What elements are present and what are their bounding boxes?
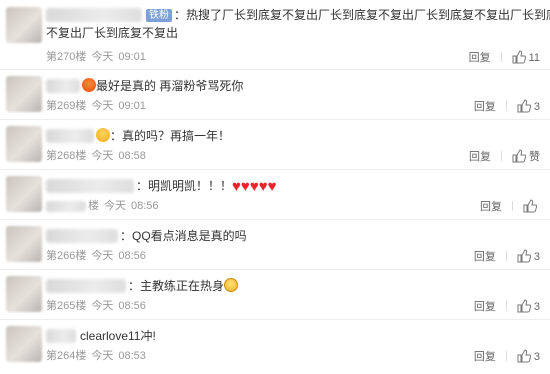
- action-divider: [505, 351, 507, 361]
- comment-day: 今天: [91, 350, 114, 362]
- reply-button[interactable]: 回复: [474, 351, 496, 363]
- action-divider: [512, 201, 513, 211]
- avatar[interactable]: [6, 326, 42, 362]
- comment-text: ：主教练正在热身: [46, 277, 542, 295]
- floor-number: 第264楼: [46, 350, 87, 362]
- comment-actions: 回复 3: [474, 349, 540, 364]
- comment-actions: 回复 11: [469, 50, 540, 65]
- comment-text-continued: 不复出厂长到底复不复出: [46, 26, 179, 40]
- comment-text: 最好是真的 再溜粉爷骂死你: [46, 77, 542, 95]
- comment-meta: 楼今天 08:56: [88, 199, 164, 213]
- worried-face-icon: [224, 278, 239, 292]
- comment-item: ：主教练正在热身 第265楼 今天 08:56 回复 3: [0, 270, 550, 320]
- comment-text: ：真的吗？再搞一年！: [46, 127, 542, 145]
- comment-time: 08:53: [118, 350, 146, 362]
- reply-button[interactable]: 回复: [480, 201, 502, 213]
- comment-actions: 回复 3: [474, 299, 540, 314]
- comment-day: 今天: [91, 51, 114, 63]
- reply-button[interactable]: 回复: [474, 101, 496, 113]
- comment-text: clearlove11冲!: [80, 329, 156, 343]
- like-count: 3: [533, 251, 540, 263]
- comment-meta: 第264楼 今天 08:53: [46, 349, 151, 363]
- floor-number: 第268楼: [46, 150, 87, 162]
- like-count: 赞: [529, 151, 540, 163]
- avatar[interactable]: [6, 126, 42, 162]
- comment-item: 铁粉 ：热搜了厂长到底复不复出厂长到底复不复出厂长到底复不复出厂长到底复 不复出厂…: [0, 0, 550, 70]
- action-divider: [501, 151, 502, 161]
- comment-meta: 第266楼 今天 08:56: [46, 249, 151, 263]
- comment-item: clearlove11冲! 第264楼 今天 08:53 回复 3: [0, 320, 550, 374]
- floor-number: 第266楼: [46, 250, 87, 262]
- reply-button[interactable]: 回复: [469, 52, 491, 64]
- comment-time: 09:01: [118, 100, 146, 112]
- comment-actions: 回复: [480, 199, 540, 214]
- comment-meta: 第265楼 今天 08:56: [46, 299, 151, 313]
- action-divider: [505, 301, 507, 311]
- comment-text: ：明凯明凯！！！♥♥♥♥♥: [136, 178, 277, 195]
- comment-text: ：QQ看点消息是真的吗: [120, 229, 247, 243]
- floor-number: 楼: [88, 200, 99, 212]
- like-count: 3: [533, 301, 540, 313]
- reply-button[interactable]: 回复: [474, 301, 496, 313]
- thumbs-up-icon[interactable]: [512, 149, 526, 163]
- floor-number-redacted: [46, 201, 86, 212]
- floor-number: 第270楼: [46, 51, 87, 63]
- comment-time: 08:58: [118, 150, 146, 162]
- thumbs-up-icon[interactable]: [517, 99, 531, 113]
- avatar[interactable]: [6, 226, 42, 262]
- thumbs-up-icon[interactable]: [517, 349, 531, 363]
- action-divider: [505, 101, 507, 111]
- comment-actions: 回复 3: [474, 99, 540, 114]
- comment-meta: 第270楼 今天 09:01: [46, 50, 151, 64]
- comment-time: 09:01: [118, 51, 146, 63]
- thumbs-up-icon[interactable]: [523, 199, 537, 213]
- comment-time: 08:56: [118, 250, 146, 262]
- reply-button[interactable]: 回复: [469, 151, 491, 163]
- comment-list: 铁粉 ：热搜了厂长到底复不复出厂长到底复不复出厂长到底复不复出厂长到底复 不复出厂…: [0, 0, 550, 374]
- fan-badge: 铁粉: [146, 9, 172, 22]
- action-divider: [505, 251, 507, 261]
- action-divider: [500, 52, 502, 62]
- thumbs-up-icon[interactable]: [517, 249, 531, 263]
- like-count: 11: [528, 52, 540, 64]
- comment-time: 08:56: [118, 300, 146, 312]
- thumbs-up-icon[interactable]: [517, 299, 531, 313]
- reply-button[interactable]: 回复: [474, 251, 496, 263]
- comment-day: 今天: [91, 300, 114, 312]
- avatar[interactable]: [6, 176, 42, 212]
- grin-face-icon: [96, 128, 110, 142]
- comment-day: 今天: [91, 150, 114, 162]
- comment-time: 08:56: [131, 200, 159, 212]
- avatar[interactable]: [6, 7, 42, 43]
- comment-item: ：明凯明凯！！！♥♥♥♥♥ 楼今天 08:56 回复: [0, 170, 550, 220]
- comment-day: 今天: [91, 250, 114, 262]
- comment-day: 今天: [91, 100, 114, 112]
- thumbs-up-icon[interactable]: [512, 50, 526, 64]
- comment-actions: 回复 赞: [469, 149, 540, 164]
- angry-face-icon: [82, 78, 96, 92]
- avatar[interactable]: [6, 76, 42, 112]
- comment-day: 今天: [104, 200, 126, 212]
- comment-meta: 第268楼 今天 08:58: [46, 149, 151, 163]
- comment-actions: 回复 3: [474, 249, 540, 264]
- floor-number: 第269楼: [46, 100, 87, 112]
- comment-text: 铁粉 ：热搜了厂长到底复不复出厂长到底复不复出厂长到底复不复出厂长到底复: [46, 6, 550, 24]
- heart-icon: ♥♥♥♥♥: [232, 178, 277, 195]
- avatar[interactable]: [6, 276, 42, 312]
- floor-number: 第265楼: [46, 300, 87, 312]
- comment-item: ：QQ看点消息是真的吗 第266楼 今天 08:56 回复 3: [0, 220, 550, 270]
- like-count: 3: [533, 101, 540, 113]
- comment-meta: 第269楼 今天 09:01: [46, 99, 151, 113]
- comment-item: 最好是真的 再溜粉爷骂死你 第269楼 今天 09:01 回复 3: [0, 70, 550, 120]
- like-count: 3: [533, 351, 540, 363]
- comment-item: ：真的吗？再搞一年！ 第268楼 今天 08:58 回复 赞: [0, 120, 550, 170]
